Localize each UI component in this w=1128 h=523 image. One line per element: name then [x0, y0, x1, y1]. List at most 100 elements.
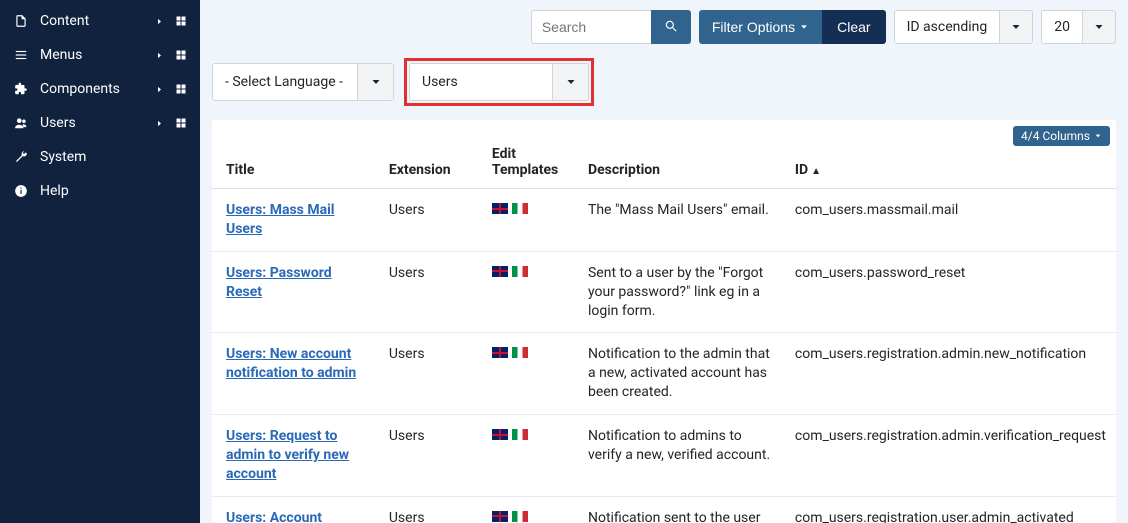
edit-templates-cell — [482, 496, 578, 523]
language-select[interactable]: - Select Language - — [212, 63, 394, 101]
highlight-box: Users — [404, 58, 594, 106]
chevron-right-icon — [152, 85, 166, 94]
extension-cell: Users — [379, 333, 482, 415]
search-input[interactable] — [531, 10, 651, 44]
list-icon — [12, 48, 30, 62]
chevron-right-icon — [152, 51, 166, 60]
sidebar-item-label: Content — [40, 13, 152, 29]
description-cell: Notification to the admin that a new, ac… — [578, 333, 785, 415]
flag-gb-icon[interactable] — [492, 511, 508, 522]
flag-it-icon[interactable] — [512, 511, 528, 522]
grid-icon[interactable] — [174, 15, 188, 27]
info-icon — [12, 184, 30, 198]
id-cell: com_users.password_reset — [785, 251, 1116, 333]
puzzle-icon — [12, 82, 30, 96]
sidebar-item-users[interactable]: Users — [0, 106, 200, 140]
component-select[interactable]: Users — [409, 63, 589, 101]
chevron-down-icon — [357, 64, 393, 100]
clear-button[interactable]: Clear — [822, 10, 885, 44]
page-size-label: 20 — [1042, 11, 1083, 43]
chevron-right-icon — [152, 17, 166, 26]
id-cell: com_users.massmail.mail — [785, 189, 1116, 252]
sidebar-item-label: Users — [40, 115, 152, 131]
table-row: Users: Request to admin to verify new ac… — [212, 415, 1116, 497]
main-content: Filter Options Clear ID ascending 20 - S… — [200, 0, 1128, 523]
table-row: Users: New account notification to admin… — [212, 333, 1116, 415]
component-select-label: Users — [410, 64, 552, 100]
sort-asc-icon: ▲ — [811, 166, 821, 177]
flag-gb-icon[interactable] — [492, 203, 508, 214]
edit-templates-cell — [482, 333, 578, 415]
sidebar: Content Menus Components Users System — [0, 0, 200, 523]
sidebar-item-components[interactable]: Components — [0, 72, 200, 106]
filter-options-label: Filter Options — [712, 19, 795, 35]
columns-toggle[interactable]: 4/4 Columns — [1013, 126, 1110, 146]
description-cell: The "Mass Mail Users" email. — [578, 189, 785, 252]
id-cell: com_users.registration.user.admin_activa… — [785, 496, 1116, 523]
chevron-down-icon — [1000, 11, 1032, 43]
sidebar-item-content[interactable]: Content — [0, 4, 200, 38]
sidebar-item-label: Components — [40, 81, 152, 97]
users-icon — [12, 116, 30, 130]
toolbar: Filter Options Clear ID ascending 20 — [200, 0, 1128, 54]
clear-label: Clear — [837, 19, 870, 35]
template-title-link[interactable]: Users: Request to admin to verify new ac… — [226, 428, 349, 482]
col-header-description[interactable]: Description — [578, 120, 785, 189]
sort-select[interactable]: ID ascending — [894, 10, 1034, 44]
id-cell: com_users.registration.admin.new_notific… — [785, 333, 1116, 415]
template-title-link[interactable]: Users: Password Reset — [226, 265, 332, 300]
id-cell: com_users.registration.admin.verificatio… — [785, 415, 1116, 497]
flag-it-icon[interactable] — [512, 266, 528, 277]
template-title-link[interactable]: Users: Account activated by admin — [226, 510, 345, 523]
sidebar-item-label: System — [40, 149, 188, 165]
flag-gb-icon[interactable] — [492, 429, 508, 440]
col-header-edit[interactable]: Edit Templates — [482, 120, 578, 189]
language-select-label: - Select Language - — [213, 64, 357, 100]
template-title-link[interactable]: Users: New account notification to admin — [226, 346, 356, 381]
description-cell: Sent to a user by the "Forgot your passw… — [578, 251, 785, 333]
table-row: Users: Mass Mail Users Users The "Mass Mai… — [212, 189, 1116, 252]
table-row: Users: Account activated by admin Users No… — [212, 496, 1116, 523]
grid-icon[interactable] — [174, 117, 188, 129]
col-header-extension[interactable]: Extension — [379, 120, 482, 189]
chevron-down-icon — [799, 19, 809, 35]
page-size-select[interactable]: 20 — [1041, 10, 1116, 44]
description-cell: Notification sent to the user that the n… — [578, 496, 785, 523]
sidebar-item-system[interactable]: System — [0, 140, 200, 174]
filter-options-button[interactable]: Filter Options — [699, 10, 822, 44]
sidebar-item-label: Menus — [40, 47, 152, 63]
chevron-down-icon — [1083, 11, 1115, 43]
templates-table: Title Extension Edit Templates Descripti… — [212, 120, 1116, 523]
template-title-link[interactable]: Users: Mass Mail Users — [226, 202, 335, 237]
description-cell: Notification to admins to verify a new, … — [578, 415, 785, 497]
flag-it-icon[interactable] — [512, 203, 528, 214]
sidebar-item-menus[interactable]: Menus — [0, 38, 200, 72]
grid-icon[interactable] — [174, 49, 188, 61]
chevron-down-icon — [1094, 129, 1102, 143]
table-row: Users: Password Reset Users Sent to a user… — [212, 251, 1116, 333]
chevron-right-icon — [152, 119, 166, 128]
edit-templates-cell — [482, 415, 578, 497]
chevron-down-icon — [552, 64, 588, 100]
grid-icon[interactable] — [174, 83, 188, 95]
search-button[interactable] — [651, 10, 691, 44]
flag-gb-icon[interactable] — [492, 347, 508, 358]
edit-templates-cell — [482, 251, 578, 333]
sidebar-item-label: Help — [40, 183, 188, 199]
filter-row: - Select Language - Users — [200, 54, 1128, 120]
sidebar-item-help[interactable]: Help — [0, 174, 200, 208]
file-icon — [12, 14, 30, 28]
col-header-title[interactable]: Title — [212, 120, 379, 189]
search-group — [531, 10, 691, 44]
flag-gb-icon[interactable] — [492, 266, 508, 277]
sort-label: ID ascending — [895, 11, 1001, 43]
extension-cell: Users — [379, 415, 482, 497]
content-area: 4/4 Columns Title Extension Edit Templat… — [212, 120, 1116, 523]
extension-cell: Users — [379, 496, 482, 523]
flag-it-icon[interactable] — [512, 429, 528, 440]
extension-cell: Users — [379, 251, 482, 333]
extension-cell: Users — [379, 189, 482, 252]
flag-it-icon[interactable] — [512, 347, 528, 358]
filter-clear-group: Filter Options Clear — [699, 10, 886, 44]
columns-badge-label: 4/4 Columns — [1021, 129, 1090, 143]
